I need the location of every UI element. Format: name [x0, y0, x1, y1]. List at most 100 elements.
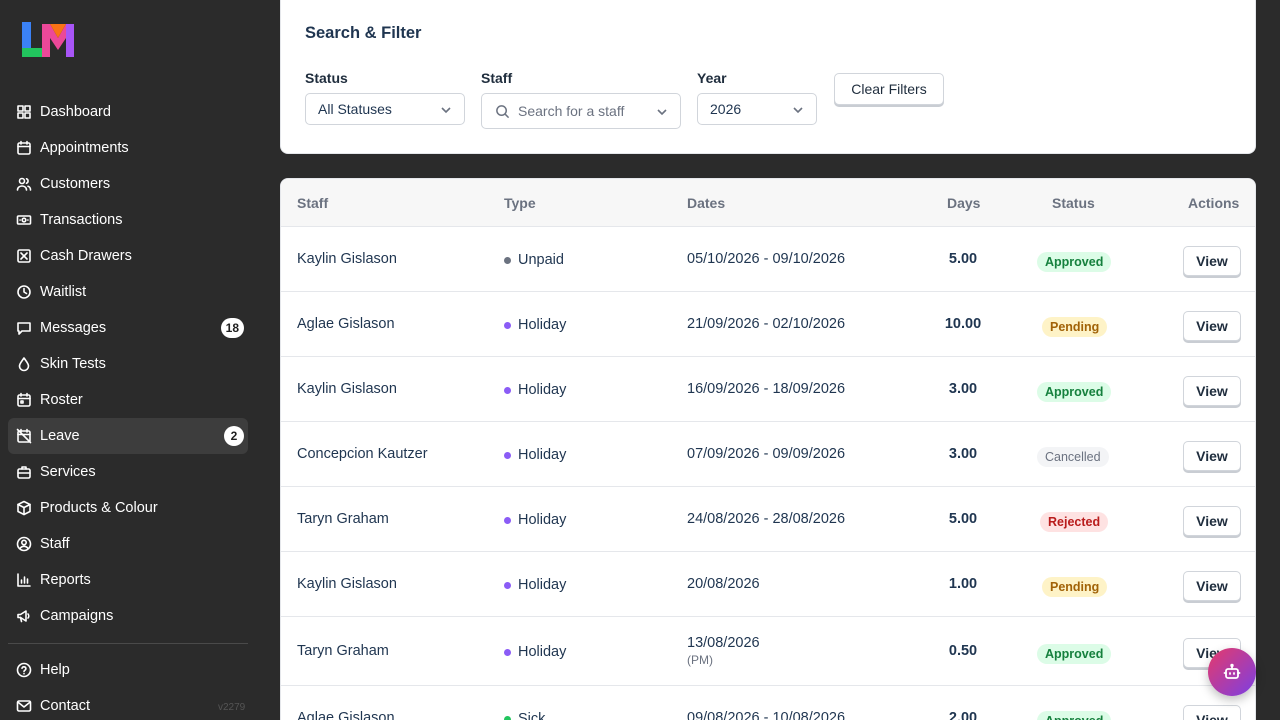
sidebar-item-label: Transactions — [40, 212, 123, 228]
sidebar-item-contact[interactable]: Contact — [8, 688, 248, 720]
sidebar-item-label: Roster — [40, 392, 83, 408]
header-type[interactable]: Type — [504, 195, 536, 211]
brand-logo[interactable] — [20, 20, 76, 60]
sidebar-item-waitlist[interactable]: Waitlist — [8, 274, 248, 310]
view-button[interactable]: View — [1183, 311, 1241, 341]
staff-name[interactable]: Kaylin Gislason — [297, 381, 397, 397]
leave-type: Holiday — [504, 644, 566, 660]
leave-type-label: Holiday — [518, 577, 567, 593]
assistant-fab-button[interactable] — [1208, 648, 1256, 696]
leave-type: Holiday — [504, 382, 566, 398]
staff-name[interactable]: Aglae Gislason — [297, 316, 395, 332]
leave-dates-value: 13/08/2026 — [687, 635, 760, 651]
view-button[interactable]: View — [1183, 246, 1241, 276]
staff-name[interactable]: Kaylin Gislason — [297, 251, 397, 267]
type-dot-icon — [504, 715, 511, 720]
sidebar-item-staff[interactable]: Staff — [8, 526, 248, 562]
view-button[interactable]: View — [1183, 705, 1241, 720]
sidebar-item-reports[interactable]: Reports — [8, 562, 248, 598]
status-select[interactable]: All Statuses — [305, 93, 465, 125]
leave-type: Unpaid — [504, 252, 564, 268]
table-row[interactable]: Kaylin Gislason Holiday 20/08/2026 1.00 Pend… — [281, 552, 1255, 617]
type-dot-icon — [504, 516, 511, 524]
view-button[interactable]: View — [1183, 571, 1241, 601]
header-days[interactable]: Days — [947, 195, 980, 211]
calendar-icon — [16, 140, 32, 156]
leave-type-label: Holiday — [518, 317, 567, 333]
leave-days: 5.00 — [948, 251, 978, 267]
type-dot-icon — [504, 386, 511, 394]
header-dates[interactable]: Dates — [687, 195, 725, 211]
leave-days: 3.00 — [948, 381, 978, 397]
leave-days: 10.00 — [944, 316, 982, 332]
leave-type: Holiday — [504, 512, 566, 528]
status-select-value: All Statuses — [318, 101, 392, 117]
sidebar-item-messages[interactable]: Messages 18 — [8, 310, 248, 346]
chevron-down-icon — [792, 103, 804, 115]
table-row[interactable]: Aglae Gislason Holiday 21/09/2026 - 02/10/… — [281, 292, 1255, 357]
count-badge: 18 — [220, 318, 244, 338]
staff-name[interactable]: Taryn Graham — [297, 643, 389, 659]
banknote-icon — [16, 212, 32, 228]
briefcase-icon — [16, 464, 32, 480]
staff-name[interactable]: Taryn Graham — [297, 511, 389, 527]
table-row[interactable]: Concepcion Kautzer Holiday 07/09/2026 - 09… — [281, 422, 1255, 487]
sidebar-item-services[interactable]: Services — [8, 454, 248, 490]
sidebar-item-skin-tests[interactable]: Skin Tests — [8, 346, 248, 382]
sidebar-item-label: Contact — [40, 698, 90, 714]
table-row[interactable]: Taryn Graham Holiday 13/08/2026 (PM) 0.50 App… — [281, 617, 1255, 686]
leave-days: 0.50 — [948, 643, 978, 659]
clear-filters-button[interactable]: Clear Filters — [834, 73, 944, 105]
staff-name[interactable]: Aglae Gislason — [297, 710, 395, 720]
staff-name[interactable]: Kaylin Gislason — [297, 576, 397, 592]
sidebar-item-leave[interactable]: Leave 2 — [8, 418, 248, 454]
view-button[interactable]: View — [1183, 506, 1241, 536]
year-select[interactable]: 2026 — [697, 93, 817, 125]
megaphone-icon — [16, 608, 32, 624]
sidebar-item-label: Appointments — [40, 140, 129, 156]
type-dot-icon — [504, 321, 511, 329]
sidebar-item-products-colour[interactable]: Products & Colour — [8, 490, 248, 526]
status-badge: Approved — [1037, 252, 1112, 272]
sidebar-item-appointments[interactable]: Appointments — [8, 130, 248, 166]
leave-dates-value: 21/09/2026 - 02/10/2026 — [687, 316, 846, 332]
leave-dates: 05/10/2026 - 09/10/2026 — [687, 251, 845, 267]
table-row[interactable]: Taryn Graham Holiday 24/08/2026 - 28/08/20… — [281, 487, 1255, 552]
sidebar-item-dashboard[interactable]: Dashboard — [8, 94, 248, 130]
sidebar-item-cash-drawers[interactable]: Cash Drawers — [8, 238, 248, 274]
leave-type-label: Holiday — [518, 447, 567, 463]
header-staff[interactable]: Staff — [297, 195, 328, 211]
table-row[interactable]: Aglae Gislason Sick 09/08/2026 - 10/08/202… — [281, 686, 1255, 720]
staff-search-input[interactable]: Search for a staff — [481, 93, 681, 129]
leave-dates-value: 07/09/2026 - 09/09/2026 — [687, 446, 846, 462]
leave-dates: 13/08/2026 (PM) — [687, 635, 760, 667]
view-button[interactable]: View — [1183, 376, 1241, 406]
header-status[interactable]: Status — [1052, 195, 1095, 211]
staff-name[interactable]: Concepcion Kautzer — [297, 446, 428, 462]
sidebar-item-roster[interactable]: Roster — [8, 382, 248, 418]
calendar-off-icon — [16, 428, 32, 444]
mail-icon — [16, 698, 32, 714]
grid-icon — [16, 104, 32, 120]
bar-chart-icon — [16, 572, 32, 588]
calendar-check-icon — [16, 392, 32, 408]
status-badge: Pending — [1042, 577, 1108, 597]
table-row[interactable]: Kaylin Gislason Holiday 16/09/2026 - 18/09… — [281, 357, 1255, 422]
sidebar-item-help[interactable]: Help — [8, 652, 248, 688]
sidebar-item-label: Campaigns — [40, 608, 114, 624]
status-badge: Approved — [1037, 644, 1112, 664]
sidebar-item-customers[interactable]: Customers — [8, 166, 248, 202]
version-label: v2279 — [218, 702, 246, 713]
status-badge: Approved — [1037, 711, 1112, 720]
sidebar-item-transactions[interactable]: Transactions — [8, 202, 248, 238]
leave-dates-sub: (PM) — [687, 653, 713, 667]
table-row[interactable]: Kaylin Gislason Unpaid 05/10/2026 - 09/10/… — [281, 227, 1255, 292]
sidebar-item-label: Reports — [40, 572, 91, 588]
year-label: Year — [697, 70, 727, 86]
sidebar-item-campaigns[interactable]: Campaigns — [8, 598, 248, 634]
view-button[interactable]: View — [1183, 441, 1241, 471]
sidebar-item-label: Messages — [40, 320, 107, 336]
sidebar: Dashboard Appointments Customers Transactio… — [0, 0, 256, 720]
leave-dates-value: 24/08/2026 - 28/08/2026 — [687, 511, 846, 527]
bot-icon — [1223, 663, 1241, 681]
